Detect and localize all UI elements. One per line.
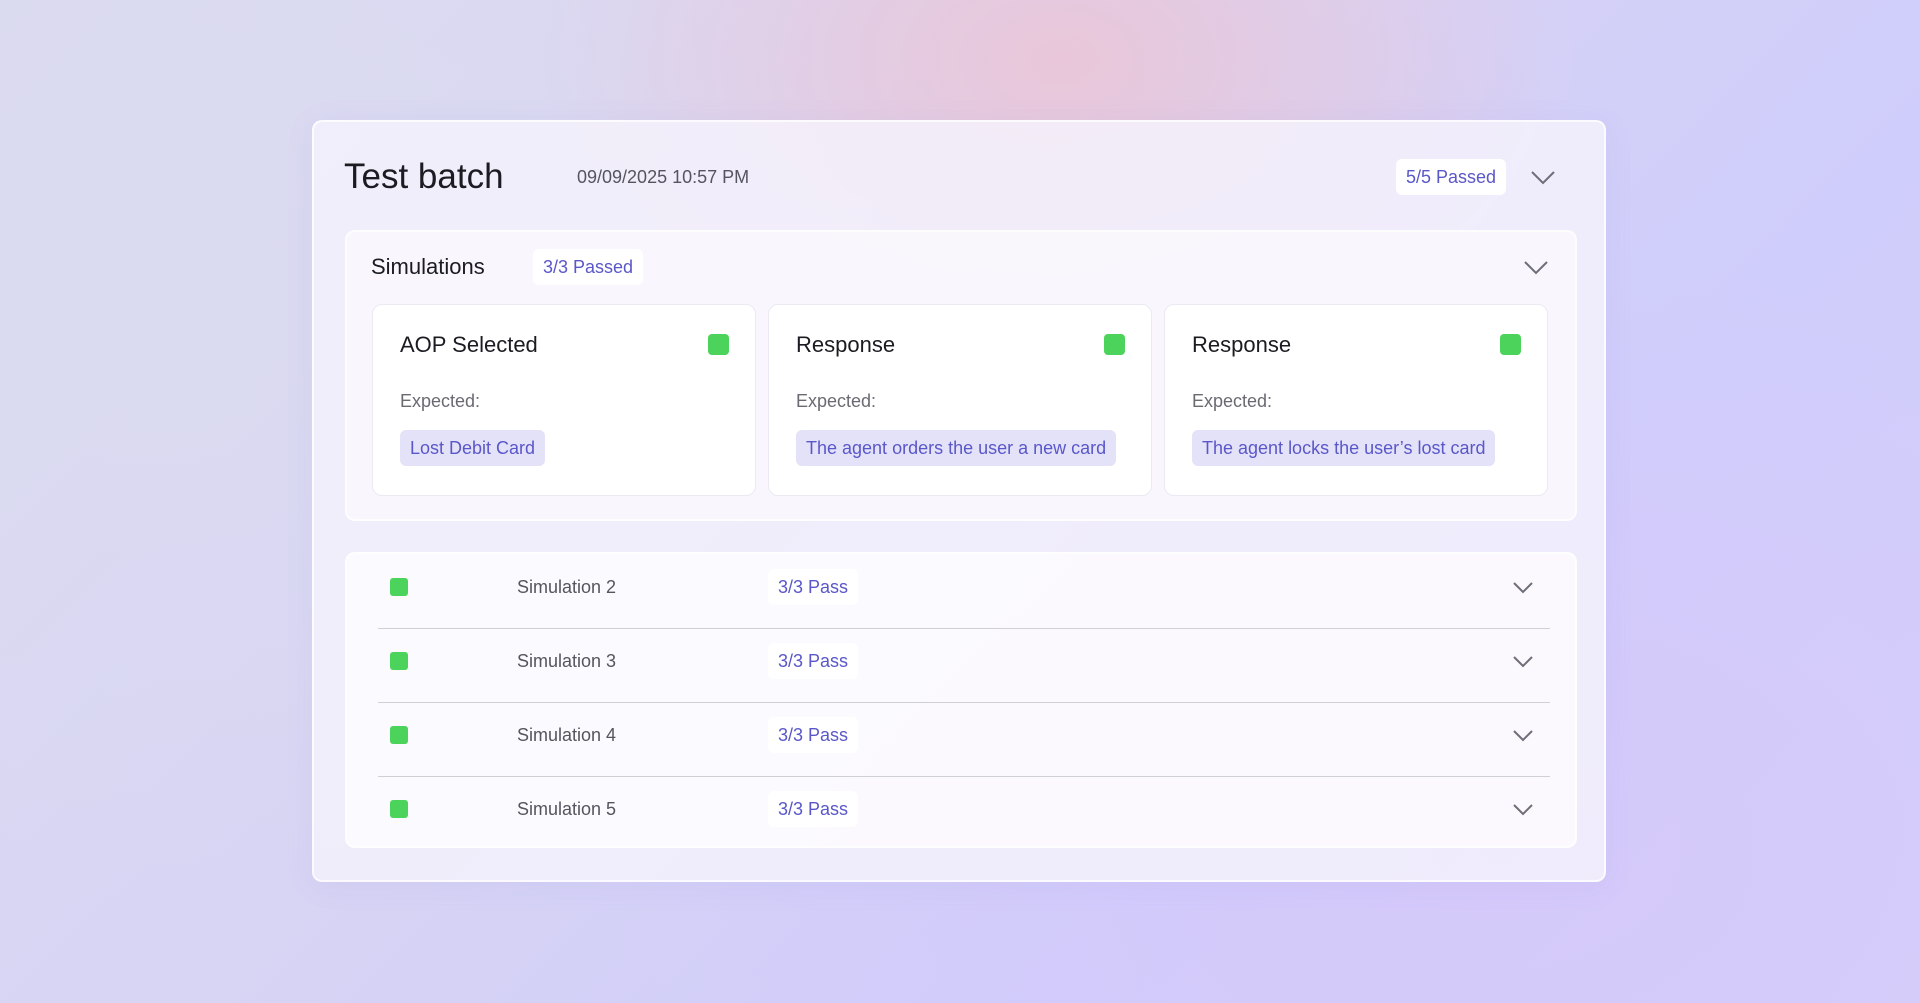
expected-label: Expected: xyxy=(1192,391,1273,411)
status-passed-indicator xyxy=(390,578,408,596)
simulations-section: Simulations 3/3 Passed AOP Selected Expe… xyxy=(345,230,1577,521)
expected-label: Expected: xyxy=(796,391,877,411)
status-passed-indicator xyxy=(390,652,408,670)
card-title: Response xyxy=(1192,332,1292,357)
simulation-row-badge: 3/3 Pass xyxy=(768,569,859,605)
simulation-row[interactable]: Simulation 4 3/3 Pass xyxy=(378,702,1550,777)
simulation-row-badge: 3/3 Pass xyxy=(768,643,859,679)
simulation-row-badge: 3/3 Pass xyxy=(768,717,859,753)
simulation-card: Response Expected: The agent orders the … xyxy=(768,304,1152,496)
chevron-down-icon[interactable] xyxy=(1508,646,1538,676)
simulation-row-label: Simulation 4 xyxy=(517,725,617,745)
simulation-row[interactable]: Simulation 3 3/3 Pass xyxy=(378,628,1550,703)
expected-value-chip: The agent locks the user’s lost card xyxy=(1192,430,1496,466)
chevron-down-icon[interactable] xyxy=(1528,162,1558,192)
test-batch-status-badge: 5/5 Passed xyxy=(1395,159,1506,195)
simulation-cards: AOP Selected Expected: Lost Debit Card R… xyxy=(372,304,1552,496)
simulation-row[interactable]: Simulation 2 3/3 Pass xyxy=(378,554,1550,629)
chevron-down-icon[interactable] xyxy=(1521,252,1551,282)
status-passed-indicator xyxy=(1104,334,1125,355)
simulations-status-badge: 3/3 Passed xyxy=(533,249,644,285)
test-batch-date: 09/09/2025 10:57 PM xyxy=(577,167,750,187)
chevron-down-icon[interactable] xyxy=(1508,572,1538,602)
simulation-card: AOP Selected Expected: Lost Debit Card xyxy=(372,304,756,496)
card-title: Response xyxy=(796,332,896,357)
expected-value-chip: The agent orders the user a new card xyxy=(796,430,1117,466)
simulation-list: Simulation 2 3/3 Pass Simulation 3 3/3 P… xyxy=(345,552,1577,848)
expected-value-chip: Lost Debit Card xyxy=(400,430,546,466)
status-passed-indicator xyxy=(1500,334,1521,355)
simulation-row-label: Simulation 3 xyxy=(517,651,617,671)
card-title: AOP Selected xyxy=(400,332,538,357)
simulation-row-label: Simulation 5 xyxy=(517,799,617,819)
expected-label: Expected: xyxy=(400,391,481,411)
simulation-row[interactable]: Simulation 5 3/3 Pass xyxy=(378,776,1550,850)
chevron-down-icon[interactable] xyxy=(1508,720,1538,750)
status-passed-indicator xyxy=(708,334,729,355)
status-passed-indicator xyxy=(390,726,408,744)
chevron-down-icon[interactable] xyxy=(1508,794,1538,824)
simulation-row-badge: 3/3 Pass xyxy=(768,791,859,827)
simulation-row-label: Simulation 2 xyxy=(517,577,617,597)
test-batch-title: Test batch xyxy=(344,157,504,196)
simulations-title: Simulations xyxy=(371,254,485,279)
status-passed-indicator xyxy=(390,800,408,818)
test-batch-header[interactable]: Test batch 09/09/2025 10:57 PM 5/5 Passe… xyxy=(344,152,1574,202)
test-batch-panel: Test batch 09/09/2025 10:57 PM 5/5 Passe… xyxy=(312,120,1606,882)
simulation-card: Response Expected: The agent locks the u… xyxy=(1164,304,1548,496)
